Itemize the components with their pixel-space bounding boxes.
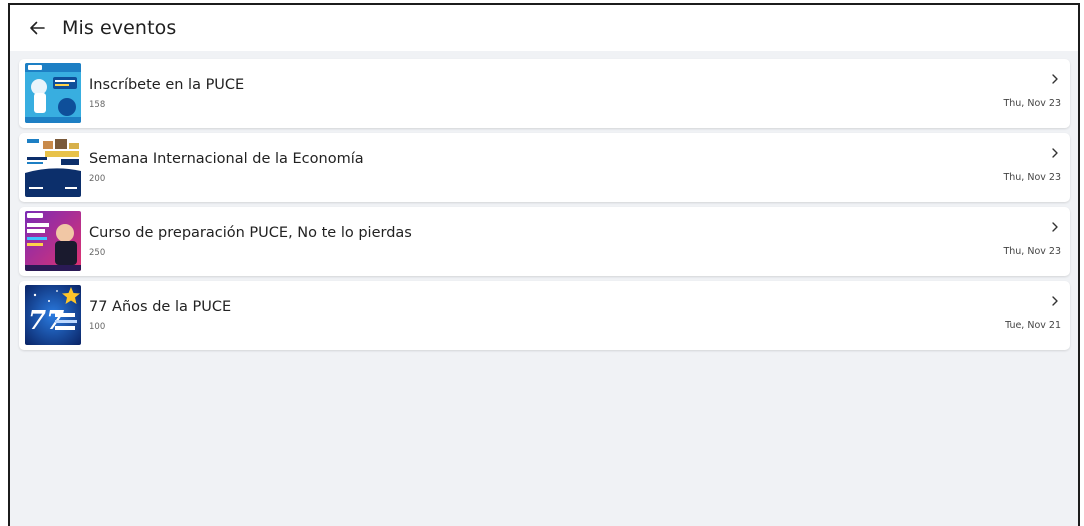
event-count: 100 bbox=[89, 322, 106, 332]
event-thumbnail bbox=[25, 211, 81, 271]
chevron-right-icon bbox=[1052, 74, 1058, 84]
page-title: Mis eventos bbox=[62, 17, 177, 39]
chevron-right-icon bbox=[1052, 222, 1058, 232]
event-list: Inscríbete en la PUCE 158 Thu, Nov 23 Se… bbox=[10, 51, 1078, 350]
app-bar: Mis eventos bbox=[10, 5, 1078, 51]
event-date: Thu, Nov 23 bbox=[1003, 98, 1061, 109]
event-thumbnail bbox=[25, 63, 81, 123]
event-count: 250 bbox=[89, 248, 106, 258]
app-window: Mis eventos Inscríbete en la PUCE 158 Th… bbox=[8, 3, 1080, 526]
chevron-right-icon bbox=[1052, 148, 1058, 158]
back-button[interactable] bbox=[22, 13, 52, 43]
event-thumbnail: 77 bbox=[25, 285, 81, 345]
event-title: Curso de preparación PUCE, No te lo pier… bbox=[89, 225, 412, 241]
event-title: Inscríbete en la PUCE bbox=[89, 77, 245, 93]
event-date: Thu, Nov 23 bbox=[1003, 246, 1061, 257]
event-card-semana-economia[interactable]: Semana Internacional de la Economía 200 … bbox=[19, 133, 1070, 202]
arrow-left-icon bbox=[30, 21, 45, 35]
event-card-77-anos[interactable]: 77 77 Años de la PUCE 100 Tue, Nov 21 bbox=[19, 281, 1070, 350]
event-title: Semana Internacional de la Economía bbox=[89, 151, 364, 167]
event-date: Tue, Nov 21 bbox=[1005, 320, 1061, 331]
event-card-curso-preparacion[interactable]: Curso de preparación PUCE, No te lo pier… bbox=[19, 207, 1070, 276]
event-card-inscribete[interactable]: Inscríbete en la PUCE 158 Thu, Nov 23 bbox=[19, 59, 1070, 128]
event-date: Thu, Nov 23 bbox=[1003, 172, 1061, 183]
event-count: 158 bbox=[89, 100, 106, 110]
event-thumbnail bbox=[25, 137, 81, 197]
event-count: 200 bbox=[89, 174, 106, 184]
event-title: 77 Años de la PUCE bbox=[89, 299, 232, 315]
chevron-right-icon bbox=[1052, 296, 1058, 306]
